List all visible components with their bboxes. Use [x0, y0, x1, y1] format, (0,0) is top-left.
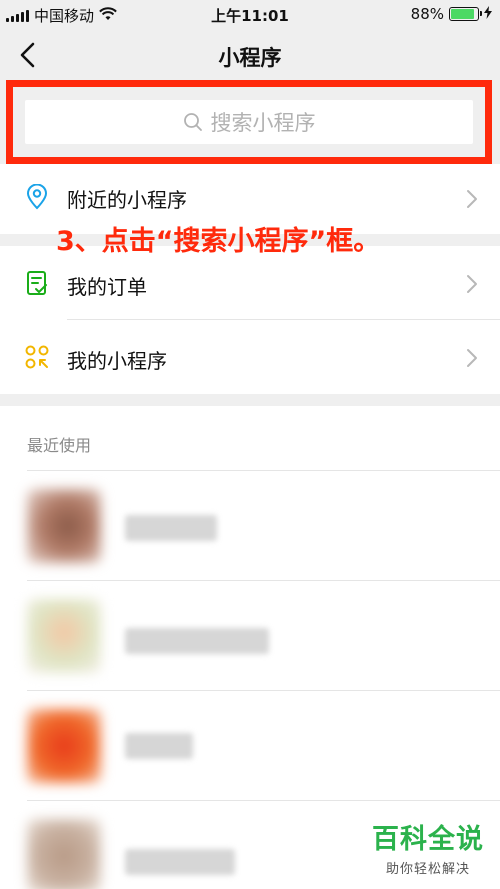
menu-item-label: 附近的小程序 — [67, 188, 187, 212]
menu-item-label: 我的小程序 — [67, 349, 167, 373]
status-right: 88% — [411, 5, 492, 23]
avatar — [27, 819, 101, 889]
battery-percent: 88% — [410, 5, 444, 23]
search-highlight-box: 搜索小程序 — [6, 80, 492, 164]
search-input[interactable]: 搜索小程序 — [25, 100, 473, 144]
page-title: 小程序 — [218, 46, 282, 70]
menu-item-label: 我的订单 — [67, 275, 147, 299]
recent-section: 最近使用 — [0, 406, 500, 889]
charging-icon — [484, 5, 492, 23]
tutorial-annotation: 3、点击“搜索小程序”框。 — [56, 226, 381, 257]
mini-program-grid-icon — [25, 345, 49, 369]
search-icon — [183, 113, 202, 131]
battery-icon — [449, 7, 482, 21]
recent-item-name — [125, 628, 269, 654]
chevron-right-icon — [467, 190, 477, 208]
menu-item-my-mini-programs[interactable]: 我的小程序 — [0, 320, 500, 394]
watermark-subtitle: 助你轻松解决 — [385, 862, 470, 877]
status-bar: 中国移动 上午11:01 88% — [0, 0, 500, 30]
watermark: 百科全说 助你轻松解决 — [372, 826, 484, 877]
battery-fill — [451, 9, 474, 19]
recent-item-name — [125, 515, 217, 541]
chevron-right-icon — [467, 275, 477, 293]
recent-item-name — [125, 849, 235, 875]
recent-title: 最近使用 — [27, 436, 92, 455]
chevron-right-icon — [467, 349, 477, 367]
nav-bar: 小程序 — [0, 30, 500, 80]
recent-item[interactable] — [0, 691, 500, 799]
search-placeholder: 搜索小程序 — [210, 111, 316, 135]
recent-item-name — [125, 733, 193, 759]
avatar — [27, 489, 101, 563]
location-pin-icon — [26, 184, 48, 210]
order-list-icon — [27, 271, 47, 295]
recent-item[interactable] — [0, 471, 500, 579]
watermark-title: 百科全说 — [372, 824, 484, 855]
recent-item[interactable] — [0, 581, 500, 689]
my-section: 我的订单 我的小程序 — [0, 246, 500, 394]
avatar — [27, 599, 101, 673]
avatar — [27, 709, 101, 783]
